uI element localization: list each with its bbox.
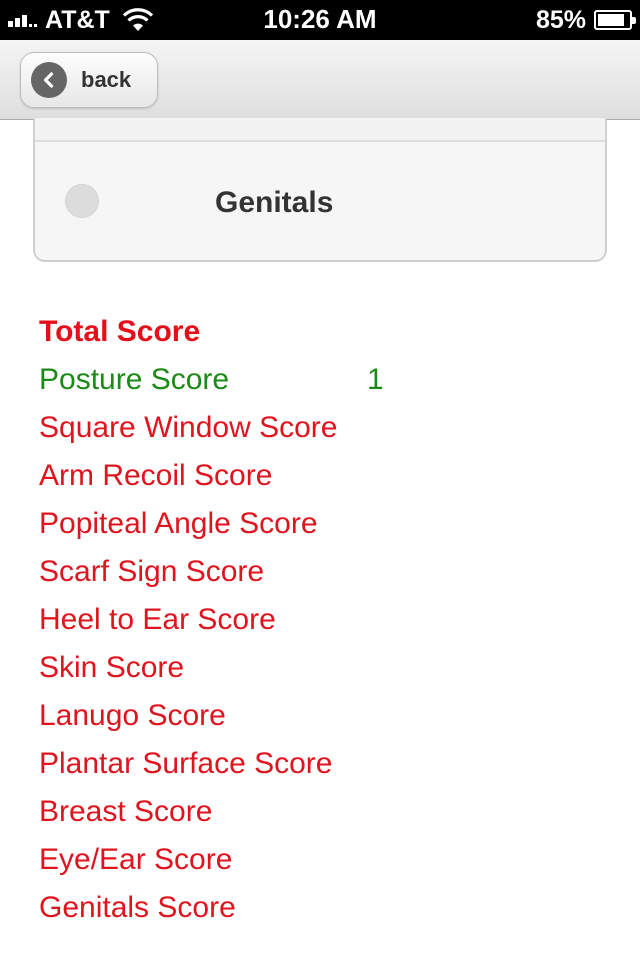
score-label: Plantar Surface Score: [39, 747, 333, 780]
score-label: Lanugo Score: [39, 699, 226, 732]
score-row: Genitals Score: [39, 884, 599, 932]
score-row: Breast Score: [39, 788, 599, 836]
genitals-option-label: Genitals: [215, 186, 334, 219]
score-label: Genitals Score: [39, 891, 236, 924]
score-row: Plantar Surface Score: [39, 740, 599, 788]
score-value: 1: [367, 363, 384, 396]
score-row: Eye/Ear Score: [39, 836, 599, 884]
battery-icon: [594, 10, 636, 30]
previous-option-row[interactable]: [35, 118, 605, 142]
score-row: Posture Score 1: [39, 356, 599, 404]
score-label: Popiteal Angle Score: [39, 507, 318, 540]
score-label: Eye/Ear Score: [39, 843, 233, 876]
total-score-row: Total Score: [39, 308, 599, 356]
total-score-label: Total Score: [39, 315, 201, 348]
score-label: Heel to Ear Score: [39, 603, 276, 636]
genitals-card: Genitals: [33, 118, 607, 262]
score-row: Lanugo Score: [39, 692, 599, 740]
back-button[interactable]: back: [20, 52, 158, 108]
score-row: Arm Recoil Score: [39, 452, 599, 500]
score-row: Square Window Score: [39, 404, 599, 452]
nav-bar: back: [0, 40, 640, 120]
status-bar: AT&T 10:26 AM 85%: [0, 0, 640, 40]
score-label: Posture Score: [39, 363, 230, 396]
score-label: Square Window Score: [39, 411, 338, 444]
score-row: Scarf Sign Score: [39, 548, 599, 596]
chevron-left-icon: [31, 62, 67, 98]
score-row: Skin Score: [39, 644, 599, 692]
status-right: 85%: [535, 5, 636, 34]
score-label: Skin Score: [39, 651, 185, 684]
radio-button[interactable]: [65, 184, 99, 218]
score-row: Heel to Ear Score: [39, 596, 599, 644]
genitals-option[interactable]: Genitals: [35, 144, 605, 260]
battery-percent: 85%: [535, 5, 586, 34]
score-list: Total Score Posture Score 1 Square Window …: [39, 308, 599, 932]
score-label: Breast Score: [39, 795, 213, 828]
score-label: Arm Recoil Score: [39, 459, 273, 492]
score-label: Scarf Sign Score: [39, 555, 265, 588]
battery-fill: [598, 14, 624, 26]
back-label: back: [81, 67, 132, 92]
score-row: Popiteal Angle Score: [39, 500, 599, 548]
